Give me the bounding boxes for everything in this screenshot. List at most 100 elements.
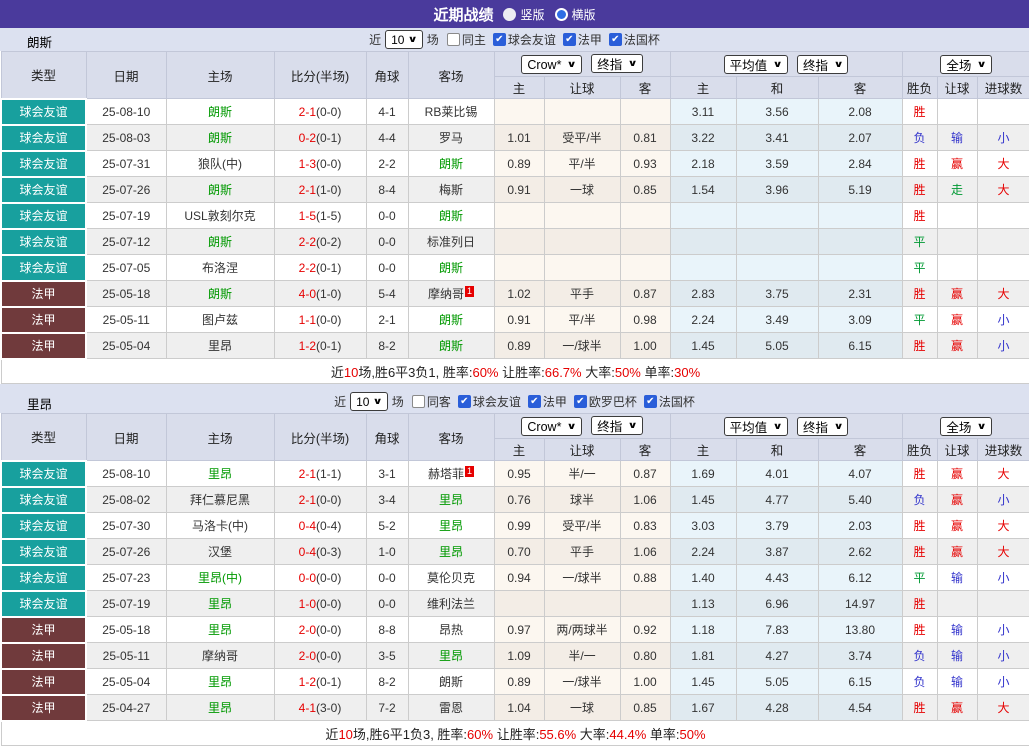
avg-home-cell: 1.45 [669,486,737,513]
match-date: 25-05-18 [85,280,167,307]
filter-checkbox[interactable]: 同客 [411,393,451,410]
radio-checked-icon[interactable] [554,7,568,21]
matches-count-select[interactable]: 10 ∨ [385,30,423,49]
goals-result-cell: 小 [976,616,1029,643]
home-team-cell: 朗斯 [165,228,275,255]
col-handicap-result: 让球 [936,76,978,99]
filter-checkbox[interactable]: ✔ 法国杯 [643,393,695,410]
handicap-result-cell: 赢 [936,332,978,359]
checkbox-checked-icon[interactable]: ✔ [527,395,541,408]
col-odds-home: 主 [493,438,545,461]
checkbox-label: 法国杯 [623,33,660,47]
away-odds-cell [619,228,671,255]
home-team-cell: 摩纳哥 [165,642,275,669]
result-cell: 平 [901,254,938,281]
col-type: 类型 [0,413,87,461]
handicap-result-cell [936,98,978,125]
average-select[interactable]: 平均值 ∨ [723,54,788,74]
match-date: 25-05-11 [85,642,167,669]
odds-company-select[interactable]: Crow* ∨ [521,55,582,75]
handicap-result-cell: 走 [936,176,978,203]
match-type-badge: 球会友谊 [0,227,87,256]
col-goals-result: 进球数 [976,438,1029,461]
avg-away-cell [817,202,903,229]
avg-draw-cell: 3.59 [735,150,819,177]
goals-result-cell: 大 [976,512,1029,539]
chevron-down-icon: ∨ [627,419,639,430]
home-team-cell: 里昂 [165,694,275,721]
filter-checkbox[interactable]: ✔ 法甲 [527,393,567,410]
goals-result-cell [976,98,1029,125]
header-group-row: 类型 日期 主场 比分(半场) 角球 客场 Crow* ∨ 终指 ∨ 平均值 ∨ 终指… [0,51,1029,99]
checkbox-checked-icon[interactable]: ✔ [608,33,622,46]
filter-checkbox[interactable]: ✔ 球会友谊 [492,31,556,48]
handicap-cell: 一/球半 [543,332,621,359]
away-odds-cell: 0.92 [619,616,671,643]
handicap-cell: 一/球半 [543,564,621,591]
odds-stage-select[interactable]: 终指 ∨ [591,415,643,435]
away-odds-cell: 0.85 [619,694,671,721]
goals-result-cell: 大 [976,538,1029,565]
corners-cell: 7-2 [365,694,409,721]
chevron-down-icon: ∨ [833,420,844,431]
checkbox-checked-icon[interactable]: ✔ [562,33,576,46]
checkbox-unchecked-icon[interactable] [411,395,425,408]
handicap-result-cell: 输 [936,564,978,591]
odds-group-header: Crow* ∨ 终指 ∨ [493,413,671,439]
handicap-result-cell: 赢 [936,538,978,565]
radio-label-vertical: 竖版 [520,7,545,22]
filter-checkbox[interactable]: ✔ 球会友谊 [457,393,521,410]
checkbox-checked-icon[interactable]: ✔ [457,395,471,408]
odds-stage-select[interactable]: 终指 ∨ [591,53,643,73]
odds-company-select[interactable]: Crow* ∨ [521,417,582,437]
checkbox-checked-icon[interactable]: ✔ [492,33,506,46]
match-type-badge: 球会友谊 [0,149,87,178]
checkbox-checked-icon[interactable]: ✔ [643,395,657,408]
layout-option-horizontal[interactable]: 横版 [554,6,596,23]
layout-option-vertical[interactable]: 竖版 [503,6,545,23]
filter-checkbox[interactable]: ✔ 欧罗巴杯 [573,393,637,410]
score-cell: 2-0(0-0) [273,642,367,669]
filter-checkbox[interactable]: 同主 [446,31,486,48]
avg-away-cell [817,228,903,255]
fulltime-select[interactable]: 全场 ∨ [940,54,992,74]
home-team-cell: 里昂 [165,590,275,617]
avg-away-cell: 13.80 [817,616,903,643]
checkbox-checked-icon[interactable]: ✔ [573,395,587,408]
matches-count-select[interactable]: 10 ∨ [350,392,388,411]
away-team-cell: 里昂 [407,538,495,565]
home-odds-cell: 1.02 [493,280,545,307]
corners-cell: 0-0 [365,228,409,255]
checkbox-unchecked-icon[interactable] [446,33,460,46]
home-odds-cell: 0.70 [493,538,545,565]
average-stage-select[interactable]: 终指 ∨ [796,54,849,74]
away-team-cell: 赫塔菲 1 [407,460,495,487]
avg-away-cell: 2.03 [817,512,903,539]
handicap-cell: 受平/半 [543,124,621,151]
chevron-down-icon: ∨ [408,34,419,44]
average-stage-select[interactable]: 终指 ∨ [796,416,849,436]
average-select[interactable]: 平均值 ∨ [723,416,788,436]
score-cell: 1-5(1-5) [273,202,367,229]
home-odds-cell [493,254,545,281]
col-avg-home: 主 [669,438,737,461]
match-date: 25-08-03 [85,124,167,151]
fulltime-select[interactable]: 全场 ∨ [940,416,992,436]
filter-checkbox[interactable]: ✔ 法国杯 [608,31,660,48]
avg-home-cell: 2.83 [669,280,737,307]
radio-unchecked-icon[interactable] [503,7,517,21]
filter-checkboxes: 同主 ✔ 球会友谊 ✔ 法甲 ✔ 法国杯 [446,31,660,48]
home-team-cell: 里昂(中) [165,564,275,591]
average-group-header: 平均值 ∨ 终指 ∨ [669,413,903,439]
corners-cell: 8-2 [365,332,409,359]
handicap-cell: 平手 [543,280,621,307]
away-odds-cell: 0.88 [619,564,671,591]
match-row: 球会友谊 25-07-30 马洛卡(中) 0-4(0-4) 5-2 里昂 0.99 受平/半 0… [0,511,1029,540]
avg-home-cell [669,254,737,281]
away-team-cell: 里昂 [407,642,495,669]
chevron-down-icon: ∨ [772,420,783,431]
avg-home-cell: 2.24 [669,538,737,565]
average-group-header: 平均值 ∨ 终指 ∨ [669,51,903,77]
filter-checkbox[interactable]: ✔ 法甲 [562,31,602,48]
avg-home-cell: 3.03 [669,512,737,539]
